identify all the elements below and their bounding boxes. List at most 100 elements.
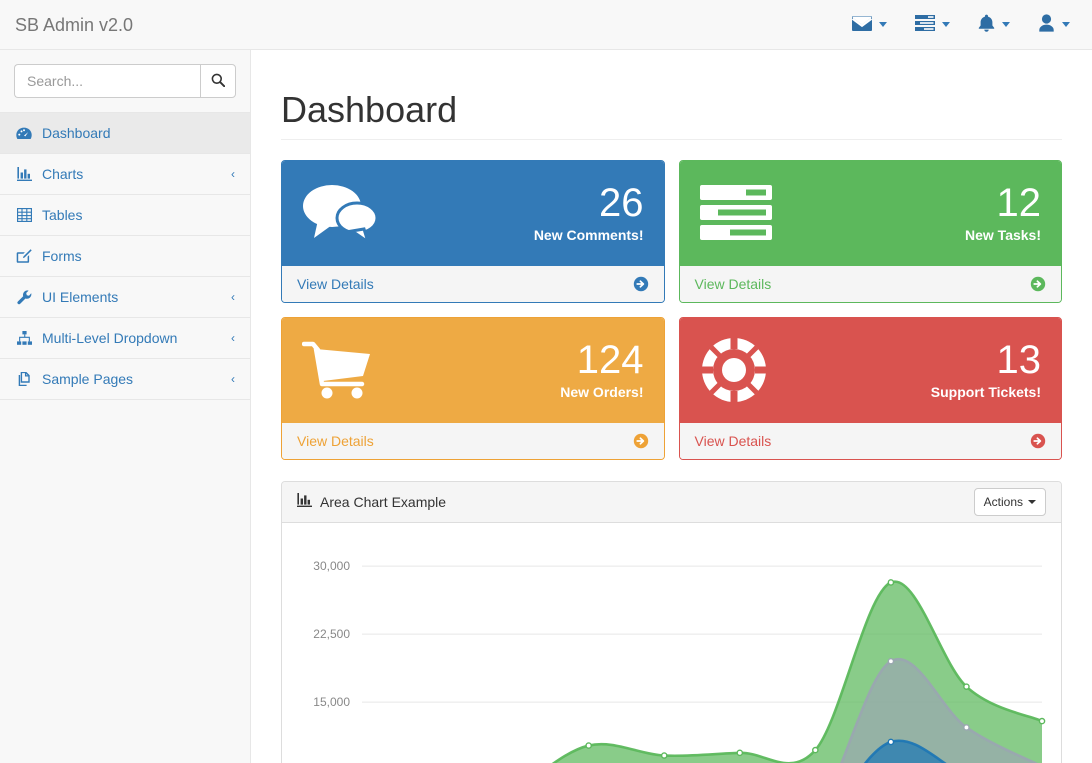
user-dropdown[interactable]	[1024, 0, 1084, 50]
top-navbar: SB Admin v2.0	[0, 0, 1092, 50]
page-header: Dashboard	[281, 90, 1062, 140]
alerts-dropdown[interactable]	[964, 0, 1024, 50]
comments-icon	[297, 182, 388, 245]
sidebar-search	[0, 50, 250, 112]
view-details-link[interactable]: View Details	[679, 422, 1061, 459]
tasks-dropdown[interactable]	[901, 0, 964, 50]
stat-card-label: Support Tickets!	[930, 384, 1041, 401]
stat-card-col: 13 Support Tickets! View Details	[672, 316, 1070, 474]
view-details-label: View Details	[297, 275, 374, 292]
chart-panel-title: Area Chart Example	[320, 493, 447, 510]
chevron-down-icon	[942, 22, 950, 27]
brand-title[interactable]: SB Admin v2.0	[0, 15, 133, 35]
sidebar-item-ui-elements[interactable]: UI Elements ‹	[0, 276, 250, 317]
sidebar-item-label: Forms	[42, 248, 82, 264]
stat-card-comments: 26 New Comments! View Details	[281, 159, 665, 303]
sidebar-spacer	[0, 399, 250, 763]
arrow-circle-right-icon	[633, 276, 649, 292]
chevron-down-icon	[1028, 499, 1036, 504]
stat-card-count: 13	[996, 338, 1042, 383]
wrench-icon	[15, 289, 33, 305]
stat-card-orders: 124 New Orders! View Details	[281, 316, 665, 460]
chevron-down-icon	[879, 22, 887, 27]
stat-card-text: 12 New Tasks!	[965, 181, 1046, 245]
sidebar: Dashboard Charts ‹ Tables Forms UI Eleme…	[0, 50, 251, 763]
chart-panel-title-group: Area Chart Example	[297, 493, 446, 510]
envelope-icon	[851, 15, 873, 34]
actions-label: Actions	[983, 494, 1023, 509]
cart-icon	[297, 340, 384, 400]
sitemap-icon	[15, 331, 33, 345]
sidebar-item-label: Charts	[42, 166, 84, 182]
area-chart-svg[interactable]: 15,000 22,500 30,000	[297, 538, 1047, 763]
view-details-label: View Details	[297, 432, 374, 449]
sidebar-item-tables[interactable]: Tables	[0, 194, 250, 235]
view-details-label: View Details	[694, 275, 772, 292]
stat-card-col: 124 New Orders! View Details	[274, 316, 672, 474]
stat-card-support: 13 Support Tickets! View Details	[678, 316, 1062, 460]
search-input[interactable]	[14, 64, 201, 98]
stat-card-body: 26 New Comments!	[282, 160, 664, 266]
table-icon	[15, 208, 33, 222]
arrow-circle-right-icon	[1030, 433, 1046, 449]
view-details-link[interactable]: View Details	[282, 422, 664, 459]
view-details-link[interactable]: View Details	[679, 265, 1061, 302]
sidebar-item-label: Multi-Level Dropdown	[42, 330, 178, 346]
chevron-left-icon: ‹	[231, 167, 235, 181]
sidebar-item-label: Sample Pages	[42, 371, 134, 387]
sidebar-item-forms[interactable]: Forms	[0, 235, 250, 276]
view-details-link[interactable]: View Details	[282, 265, 664, 302]
dashboard-icon	[15, 127, 33, 140]
tasks-icon	[915, 15, 935, 34]
svg-text:15,000: 15,000	[313, 695, 350, 709]
files-icon	[15, 372, 33, 386]
stat-card-label: New Tasks!	[965, 227, 1041, 244]
chevron-down-icon	[1002, 22, 1010, 27]
stat-card-col: 26 New Comments! View Details	[274, 159, 672, 317]
user-icon	[1038, 14, 1055, 35]
lifering-icon	[695, 336, 778, 404]
area-chart-panel: Area Chart Example Actions 15,000 22,500 3…	[281, 480, 1062, 763]
sidebar-item-multi-level-dropdown[interactable]: Multi-Level Dropdown ‹	[0, 317, 250, 358]
arrow-circle-right-icon	[633, 433, 649, 449]
stat-card-text: 26 New Comments!	[534, 181, 649, 245]
page-title: Dashboard	[281, 89, 458, 130]
sidebar-item-label: Dashboard	[42, 125, 111, 141]
sidebar-item-label: UI Elements	[42, 289, 119, 305]
sidebar-item-label: Tables	[42, 207, 83, 223]
sidebar-item-sample-pages[interactable]: Sample Pages ‹	[0, 358, 250, 399]
svg-text:22,500: 22,500	[313, 627, 350, 641]
stat-card-label: New Comments!	[533, 227, 644, 244]
bell-icon	[978, 14, 995, 35]
chevron-left-icon: ‹	[231, 372, 235, 386]
stat-card-count: 124	[576, 338, 644, 383]
search-button[interactable]	[200, 64, 236, 98]
chevron-left-icon: ‹	[231, 331, 235, 345]
sidebar-item-charts[interactable]: Charts ‹	[0, 153, 250, 194]
stat-card-label: New Orders!	[560, 384, 644, 401]
stat-card-text: 124 New Orders!	[560, 338, 648, 402]
chevron-left-icon: ‹	[231, 290, 235, 304]
content-area: Dashboard 26 New Comments! View Details …	[251, 50, 1092, 763]
navbar-right-group	[838, 0, 1092, 49]
stat-card-body: 12 New Tasks!	[679, 160, 1061, 266]
stat-card-count: 26	[599, 181, 644, 226]
chart-plot-region: 15,000 22,500 30,000	[282, 523, 1061, 763]
tasks-icon	[695, 184, 782, 242]
chevron-down-icon	[1062, 22, 1070, 27]
actions-dropdown-button[interactable]: Actions	[973, 487, 1046, 516]
svg-text:30,000: 30,000	[313, 559, 350, 573]
chart-panel-header: Area Chart Example Actions	[282, 481, 1061, 523]
sidebar-item-dashboard[interactable]: Dashboard	[0, 112, 250, 153]
stat-card-body: 13 Support Tickets!	[679, 317, 1061, 423]
stat-card-count: 12	[996, 181, 1042, 226]
messages-dropdown[interactable]	[838, 0, 901, 50]
bar-chart-icon	[297, 493, 312, 510]
stat-cards-row: 26 New Comments! View Details 12 New Tas…	[274, 159, 1070, 474]
bar-chart-icon	[15, 167, 33, 181]
view-details-label: View Details	[694, 432, 772, 449]
arrow-circle-right-icon	[1030, 276, 1046, 292]
search-icon	[211, 73, 226, 90]
stat-card-tasks: 12 New Tasks! View Details	[678, 159, 1062, 303]
edit-icon	[15, 249, 33, 263]
